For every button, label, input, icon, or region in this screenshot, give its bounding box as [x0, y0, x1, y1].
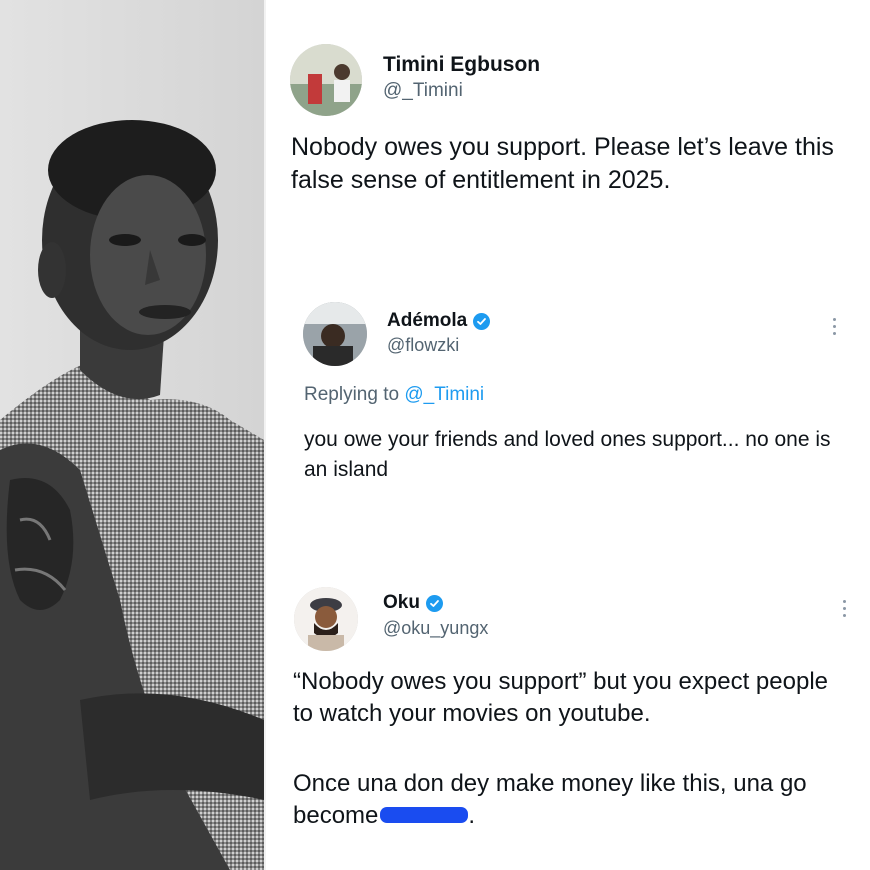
more-options-icon[interactable]	[831, 318, 837, 335]
panel-divider	[264, 0, 266, 870]
tweet-text-paragraph-2-end: .	[468, 802, 476, 829]
more-options-icon[interactable]	[841, 600, 847, 617]
tweet-timini[interactable]: Timini Egbuson @_Timini Nobody owes you …	[270, 0, 870, 270]
tweet-text: you owe your friends and loved ones supp…	[304, 428, 831, 481]
avatar[interactable]	[294, 587, 358, 651]
portrait-photo	[0, 0, 264, 870]
avatar[interactable]	[303, 302, 367, 366]
tweet-ademola[interactable]: Adémola @flowzki Replying to @_Timini yo…	[270, 270, 870, 560]
tweet-text-paragraph-2-start: Once una don dey make money like this, u…	[293, 770, 807, 829]
author-name[interactable]: Adémola	[387, 310, 491, 332]
redaction-scribble	[380, 806, 469, 823]
author-name-text: Adémola	[387, 310, 468, 331]
tweet-text-paragraph-2: Once una don dey make money like this, u…	[293, 768, 863, 832]
verified-badge-icon	[473, 312, 491, 330]
author-handle[interactable]: @flowzki	[387, 335, 459, 356]
author-name-text: Oku	[383, 592, 420, 613]
replying-to: Replying to @_Timini	[304, 384, 484, 406]
tweet-oku[interactable]: Oku @oku_yungx “Nobody owes you support”…	[270, 560, 870, 870]
author-name[interactable]: Timini Egbuson	[383, 53, 540, 77]
tweet-text-paragraph-1: “Nobody owes you support” but you expect…	[293, 668, 828, 727]
replying-mention-link[interactable]: @_Timini	[404, 384, 484, 405]
avatar[interactable]	[290, 44, 362, 116]
verified-badge-icon	[425, 594, 443, 612]
author-name[interactable]: Oku	[383, 592, 443, 614]
author-handle[interactable]: @oku_yungx	[383, 618, 488, 639]
author-handle[interactable]: @_Timini	[383, 80, 463, 102]
author-name-text: Timini Egbuson	[383, 53, 541, 76]
tweet-text: Nobody owes you support. Please let’s le…	[291, 133, 834, 194]
replying-prefix: Replying to	[304, 384, 400, 405]
